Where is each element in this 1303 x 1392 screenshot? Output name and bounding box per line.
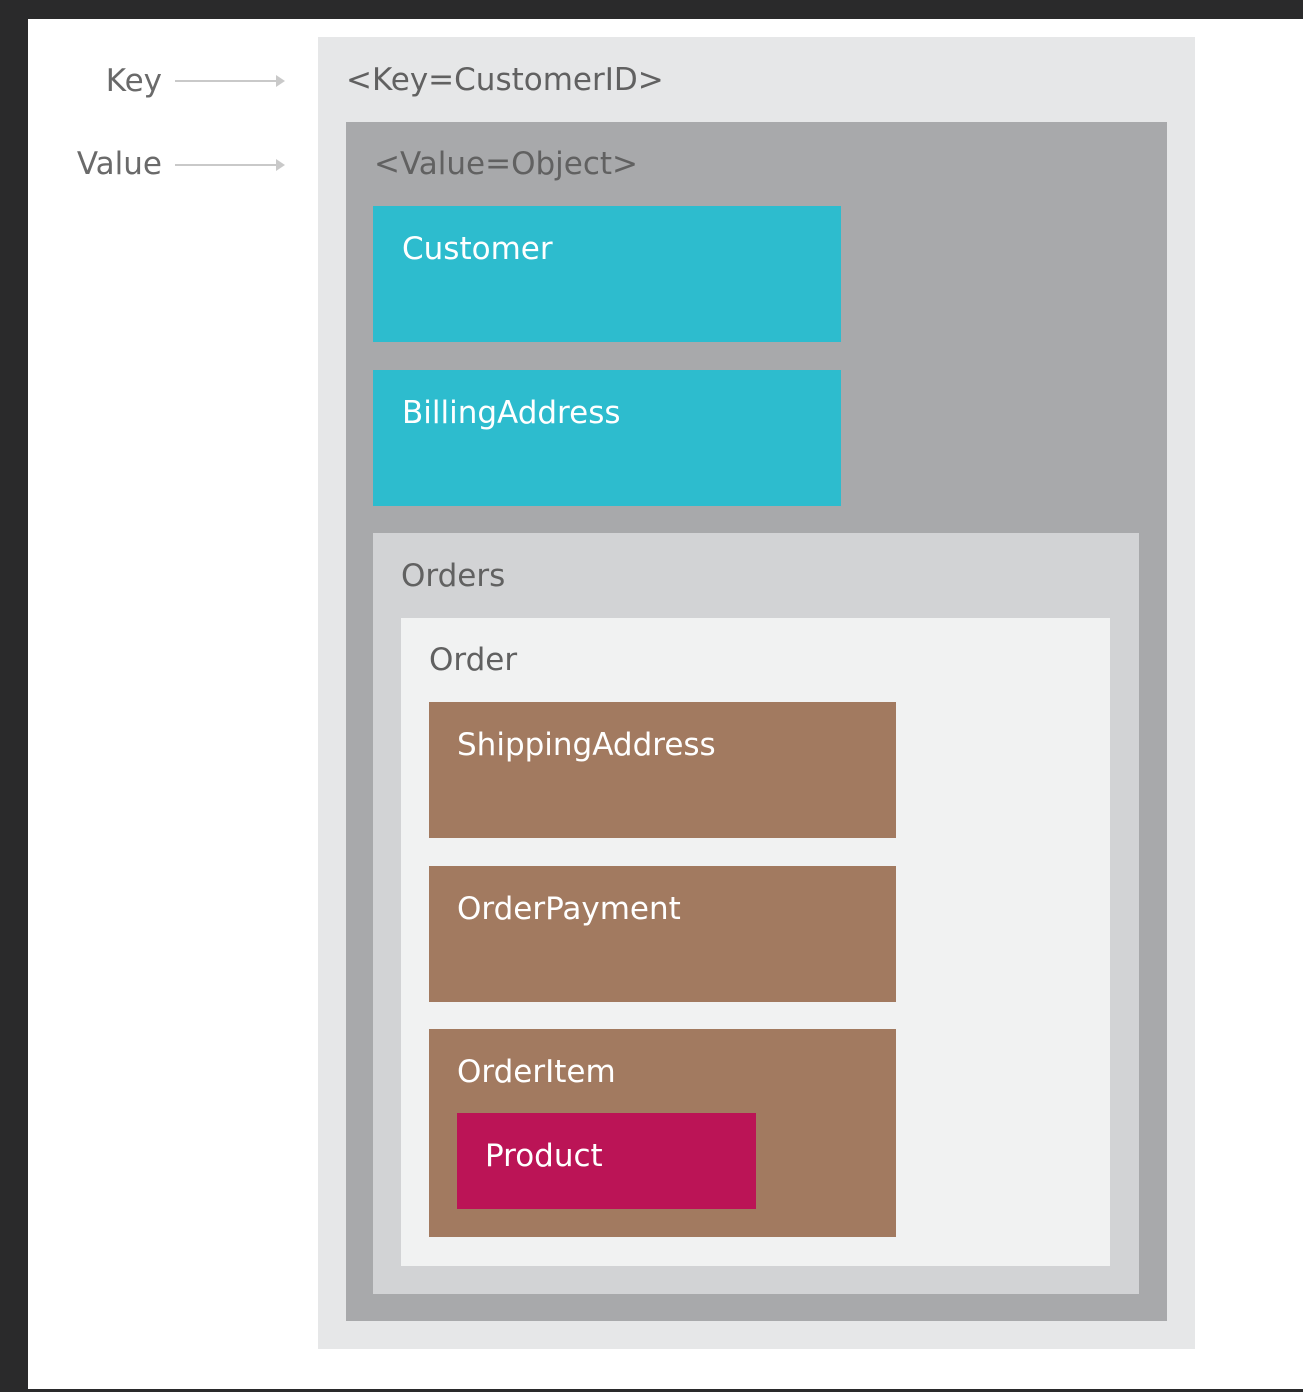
key-frame: <Key=CustomerID> <Value=Object> Customer… (318, 37, 1195, 1349)
value-frame-title: <Value=Object> (374, 146, 639, 182)
value-arrow (175, 159, 285, 171)
order-item-title: OrderItem (457, 1054, 616, 1090)
customer-title: Customer (402, 231, 553, 267)
shipping-address-title: ShippingAddress (457, 727, 716, 763)
billing-address-title: BillingAddress (402, 395, 621, 431)
order-frame: Order ShippingAddress OrderPayment Order… (401, 618, 1110, 1266)
order-title: Order (429, 642, 518, 678)
value-label: Value (76, 146, 162, 182)
key-label: Key (105, 63, 162, 99)
billing-address-box: BillingAddress (373, 370, 841, 506)
value-frame: <Value=Object> Customer BillingAddress O… (346, 122, 1167, 1321)
product-title: Product (485, 1138, 603, 1174)
order-payment-title: OrderPayment (457, 891, 681, 927)
product-box: Product (457, 1113, 756, 1209)
orders-title: Orders (401, 558, 506, 594)
orders-frame: Orders Order ShippingAddress OrderPaymen… (373, 533, 1139, 1294)
customer-box: Customer (373, 206, 841, 342)
key-arrow (175, 75, 285, 87)
order-item-box: OrderItem Product (429, 1029, 896, 1237)
order-payment-box: OrderPayment (429, 866, 896, 1002)
key-frame-title: <Key=CustomerID> (346, 62, 664, 98)
shipping-address-box: ShippingAddress (429, 702, 896, 838)
diagram-canvas: Key Value <Key=CustomerID> <Value=Object… (28, 19, 1303, 1389)
